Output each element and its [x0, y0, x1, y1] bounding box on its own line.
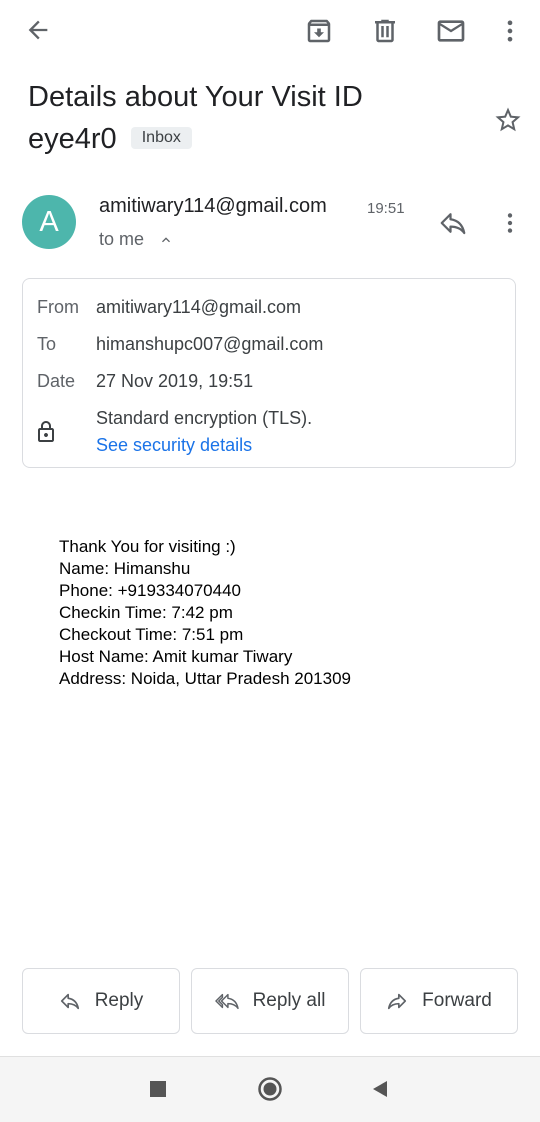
recipient-summary[interactable]: to me	[99, 229, 144, 250]
body-line: Name: Himanshu	[59, 559, 191, 578]
date-value: 27 Nov 2019, 19:51	[96, 371, 254, 391]
archive-icon	[307, 19, 331, 43]
square-icon	[150, 1081, 166, 1097]
from-value: amitiwary114@gmail.com	[96, 297, 301, 317]
trash-icon	[375, 19, 395, 43]
mail-icon	[437, 20, 465, 42]
forward-icon	[388, 993, 407, 1010]
home-circle-icon	[258, 1077, 282, 1101]
body-line: Checkout Time: 7:51 pm	[59, 625, 244, 644]
archive-button[interactable]	[298, 12, 340, 50]
from-label: From	[37, 297, 79, 317]
encryption-text: Standard encryption (TLS).	[96, 408, 313, 428]
system-back-button[interactable]	[362, 1071, 398, 1107]
email-subject: Details about Your Visit ID eye4r0 Inbox	[28, 76, 448, 160]
reply-icon	[440, 213, 466, 235]
message-time: 19:51	[367, 200, 405, 217]
arrow-left-icon	[28, 20, 48, 40]
reply-all-icon	[214, 993, 239, 1010]
sender-email: amitiwary114@gmail.com	[99, 195, 327, 217]
more-vert-icon	[507, 213, 513, 233]
body-line: Phone: +919334070440	[59, 581, 241, 600]
home-button[interactable]	[252, 1071, 288, 1107]
email-body: Thank You for visiting :) Name: Himanshu…	[59, 536, 351, 690]
to-label: To	[37, 334, 57, 354]
more-vert-icon	[507, 20, 513, 42]
security-details-link[interactable]: See security details	[96, 435, 252, 456]
forward-button[interactable]: Forward	[360, 968, 518, 1034]
reply-label: Reply	[94, 990, 144, 1011]
reply-button[interactable]: Reply	[22, 968, 180, 1034]
label-badge[interactable]: Inbox	[130, 127, 192, 149]
reply-quick-button[interactable]	[434, 206, 472, 240]
date-label: Date	[37, 371, 76, 391]
reply-all-button[interactable]: Reply all	[191, 968, 349, 1034]
message-more-button[interactable]	[496, 206, 524, 240]
body-line: Thank You for visiting :)	[59, 537, 236, 556]
body-line: Checkin Time: 7:42 pm	[59, 603, 233, 622]
system-navigation-bar	[0, 1056, 540, 1122]
reply-icon	[60, 993, 79, 1010]
body-line: Address: Noida, Uttar Pradesh 201309	[59, 669, 352, 688]
star-outline-icon	[495, 107, 521, 132]
to-value: himanshupc007@gmail.com	[96, 334, 324, 354]
recents-button[interactable]	[140, 1071, 176, 1107]
reply-all-label: Reply all	[252, 990, 326, 1011]
forward-label: Forward	[422, 990, 492, 1011]
sender-avatar[interactable]: A	[22, 195, 76, 249]
message-details-card: From amitiwary114@gmail.com To himanshup…	[22, 278, 516, 468]
chevron-up-icon[interactable]	[158, 232, 174, 248]
body-line: Host Name: Amit kumar Tiwary	[59, 647, 293, 666]
delete-button[interactable]	[364, 12, 406, 50]
lock-icon	[33, 419, 59, 445]
back-button[interactable]	[18, 12, 58, 48]
triangle-back-icon	[373, 1081, 387, 1097]
subject-text: Details about Your Visit ID eye4r0	[28, 81, 363, 155]
mark-unread-button[interactable]	[430, 12, 472, 50]
star-button[interactable]	[488, 100, 528, 140]
more-options-button[interactable]	[494, 12, 526, 50]
